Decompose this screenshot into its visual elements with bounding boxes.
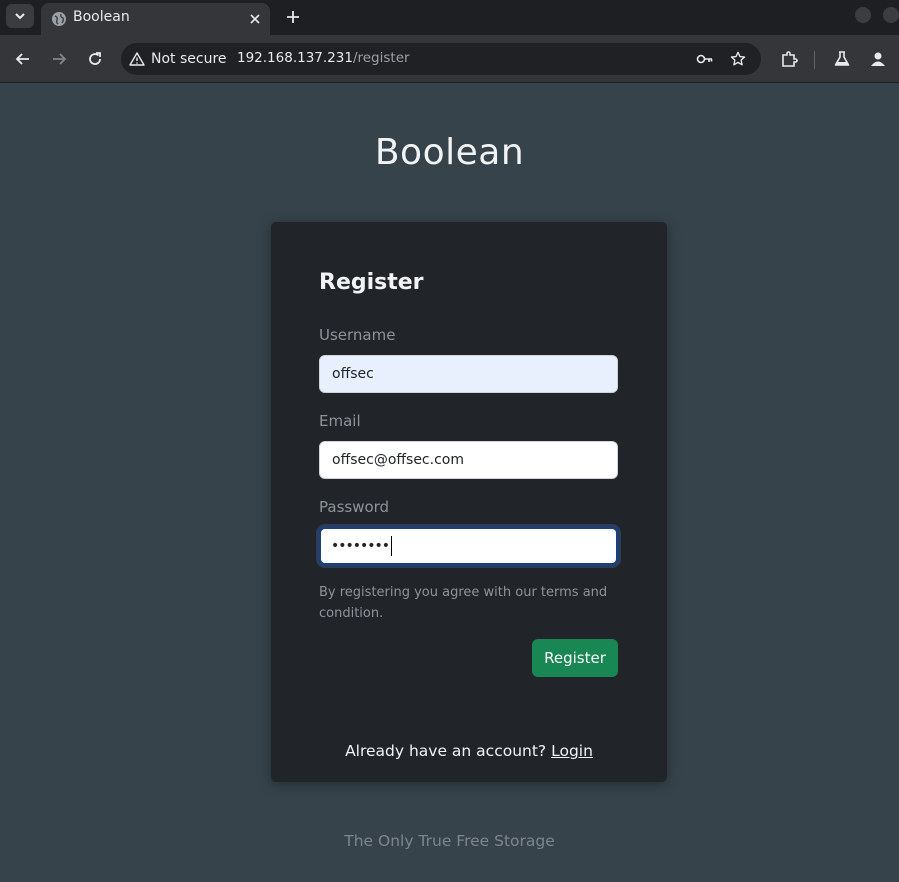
- browser-toolbar: Not secure 192.168.137.231/register: [0, 35, 899, 83]
- window-minimize-button[interactable]: [855, 7, 871, 23]
- login-link[interactable]: Login: [551, 742, 593, 760]
- tab-search-button[interactable]: [6, 4, 34, 28]
- url-host: 192.168.137.231: [237, 50, 353, 66]
- browser-tab[interactable]: Boolean: [41, 3, 270, 35]
- register-card: Register Username Email Password •••••••…: [271, 222, 667, 782]
- email-label: Email: [319, 412, 361, 430]
- page-viewport: Boolean Register Username Email Password…: [0, 84, 899, 882]
- chevron-down-icon: [15, 13, 25, 20]
- username-label: Username: [319, 326, 396, 344]
- login-prompt: Already have an account? Login: [271, 742, 667, 760]
- browser-tab-bar: Boolean: [0, 0, 899, 35]
- site-title: Boolean: [374, 132, 525, 173]
- person-icon[interactable]: [869, 50, 887, 68]
- login-prompt-text: Already have an account?: [345, 742, 547, 760]
- security-chip[interactable]: Not secure: [129, 48, 227, 70]
- puzzle-icon[interactable]: [780, 50, 798, 68]
- key-icon[interactable]: [696, 51, 714, 67]
- password-field[interactable]: [319, 527, 618, 565]
- form-heading: Register: [319, 270, 424, 295]
- star-icon[interactable]: [729, 51, 747, 67]
- security-label: Not secure: [151, 51, 227, 67]
- register-button[interactable]: Register: [532, 639, 618, 677]
- arrow-right-icon[interactable]: [50, 50, 68, 68]
- email-field[interactable]: [319, 441, 618, 479]
- url-path: /register: [352, 50, 410, 66]
- reload-icon[interactable]: [86, 50, 104, 68]
- url-text[interactable]: 192.168.137.231/register: [237, 50, 410, 66]
- window-maximize-button[interactable]: [883, 7, 899, 23]
- address-bar[interactable]: Not secure 192.168.137.231/register: [121, 43, 761, 75]
- flask-icon[interactable]: [833, 50, 851, 68]
- password-label: Password: [319, 498, 390, 516]
- tab-title: Boolean: [73, 9, 130, 25]
- footer-tagline: The Only True Free Storage: [344, 832, 555, 850]
- arrow-left-icon[interactable]: [14, 50, 32, 68]
- close-icon[interactable]: [247, 11, 263, 27]
- globe-icon: [52, 12, 66, 26]
- terms-text: By registering you agree with our terms …: [319, 585, 608, 621]
- plus-icon[interactable]: [284, 8, 302, 26]
- username-field[interactable]: [319, 355, 618, 393]
- warning-icon: [129, 52, 145, 66]
- toolbar-separator: [814, 51, 815, 69]
